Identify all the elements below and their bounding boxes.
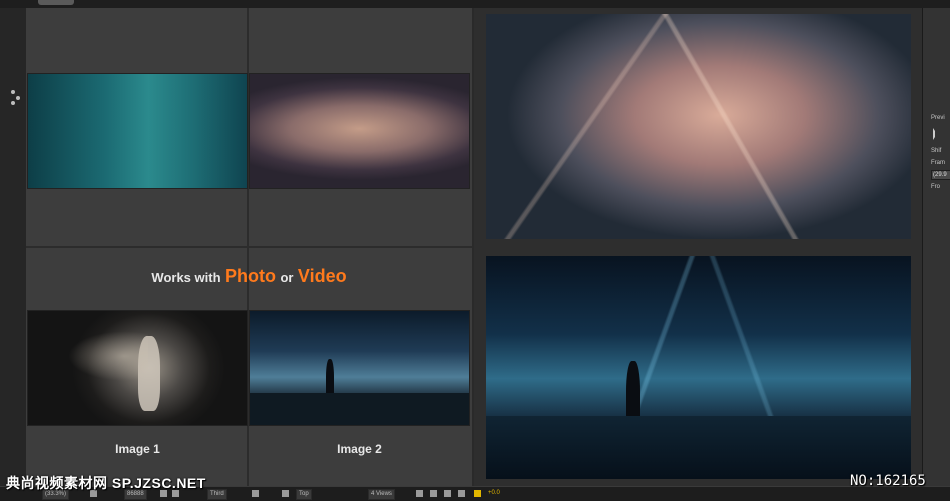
image-1-caption-number: 1 <box>153 442 160 456</box>
teal-gradient-thumbnail <box>28 74 247 188</box>
headline-prefix: Works with <box>151 270 221 285</box>
image-2-caption: Image 2 <box>250 442 469 456</box>
peach-gradient-thumbnail <box>250 74 469 188</box>
preview-bottom-render <box>486 256 911 479</box>
tools-strip <box>0 8 27 486</box>
image-1-caption-word: Image <box>115 442 150 456</box>
night-scene-thumbnail <box>250 311 469 425</box>
panel-tab[interactable] <box>38 0 74 5</box>
ground <box>250 393 469 425</box>
dancer-photo-thumbnail <box>28 311 247 425</box>
first-frame-icon[interactable] <box>933 128 941 140</box>
tool-icons <box>9 88 23 108</box>
resolution-dropdown[interactable]: Third <box>207 489 227 500</box>
tool-dot-icon[interactable] <box>11 90 15 94</box>
headline-photo: Photo <box>224 266 276 286</box>
preview-top-render <box>486 14 911 239</box>
image-1-caption: Image 1 <box>28 442 247 456</box>
frame-rate-label: Fram <box>931 160 945 166</box>
from-label: Fro <box>931 184 940 190</box>
headline-or: or <box>280 270 294 285</box>
shift-label: Shif <box>931 148 942 154</box>
frame-rate-field[interactable]: (29.9 <box>931 170 950 180</box>
tool-dot-icon[interactable] <box>16 96 20 100</box>
watermark-number: NO:162165 <box>850 473 926 489</box>
hair-motion <box>68 331 148 381</box>
preview-label: Previ <box>931 115 945 121</box>
image-2-caption-word: Image <box>337 442 372 456</box>
fast-preview-icon[interactable] <box>430 490 437 497</box>
top-toolbar <box>0 0 950 8</box>
image-2-caption-number: 2 <box>375 442 382 456</box>
transparency-icon[interactable] <box>282 490 289 497</box>
region-icon[interactable] <box>252 490 259 497</box>
timeline-icon[interactable] <box>444 490 451 497</box>
view-dropdown[interactable]: Top <box>296 489 312 500</box>
flowchart-icon[interactable] <box>458 490 465 497</box>
exposure-icon[interactable] <box>474 490 481 497</box>
tool-dot-icon[interactable] <box>11 101 15 105</box>
watermark-site: 典尚视频素材网 SP.JZSC.NET <box>6 475 206 491</box>
grid-divider <box>26 246 472 248</box>
preview-panel: Previ Shif Fram (29.9 Fro <box>922 8 950 486</box>
ground <box>486 416 911 479</box>
views-count-dropdown[interactable]: 4 Views <box>368 489 395 500</box>
headline: Works with Photo or Video <box>26 266 472 287</box>
headline-video: Video <box>297 266 347 286</box>
toggle-pixel-icon[interactable] <box>416 490 423 497</box>
exposure-value[interactable]: +0.0 <box>486 489 502 498</box>
